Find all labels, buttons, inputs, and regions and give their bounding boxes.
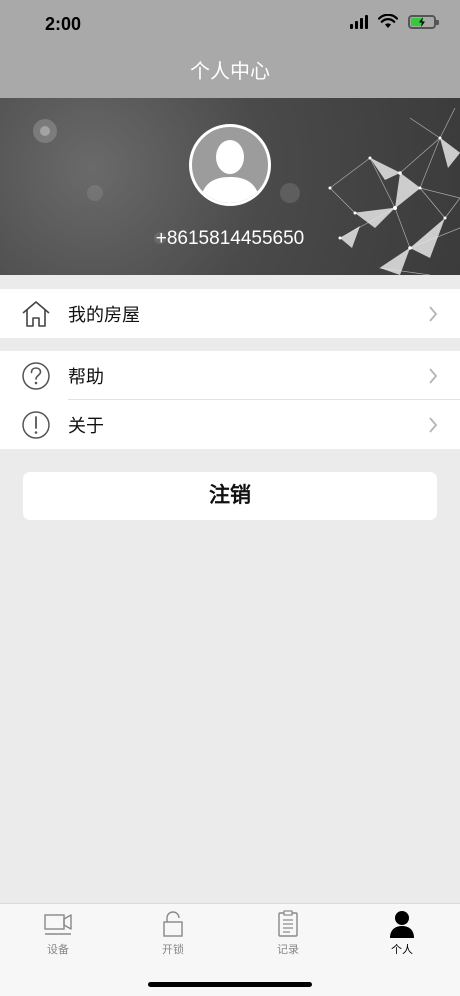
- menu-group-house: 我的房屋: [0, 289, 460, 338]
- house-icon: [22, 301, 50, 327]
- menu-label-help: 帮助: [68, 366, 104, 387]
- wifi-icon: [378, 14, 398, 28]
- logout-button[interactable]: 注销: [23, 472, 437, 520]
- menu-label-about: 关于: [68, 415, 104, 436]
- tab-unlock[interactable]: 开锁: [143, 910, 203, 957]
- tab-label-unlock: 开锁: [162, 944, 184, 956]
- tab-profile[interactable]: 个人: [372, 910, 432, 957]
- menu-item-my-house[interactable]: 我的房屋: [0, 289, 460, 338]
- user-silhouette-icon: [200, 140, 260, 203]
- status-time: 2:00: [45, 14, 82, 34]
- menu-item-about[interactable]: 关于: [0, 400, 460, 449]
- battery-icon: [408, 14, 439, 29]
- avatar[interactable]: [189, 124, 271, 206]
- menu-group-info: 帮助 关于: [0, 351, 460, 449]
- tab-label-profile: 个人: [391, 944, 413, 956]
- tab-devices[interactable]: 设备: [28, 910, 88, 957]
- page-title: 个人中心: [190, 61, 270, 83]
- tab-label-devices: 设备: [47, 944, 69, 956]
- tab-label-records: 记录: [277, 944, 299, 956]
- question-circle-icon: [22, 362, 50, 390]
- profile-banner: +8615814455650: [0, 98, 460, 275]
- phone-number: +8615814455650: [155, 228, 305, 249]
- status-bar: 2:00: [0, 0, 460, 50]
- chevron-right-icon: [429, 368, 438, 384]
- tab-records[interactable]: 记录: [258, 910, 318, 957]
- clipboard-icon: [278, 910, 298, 937]
- menu-item-help[interactable]: 帮助: [0, 351, 460, 400]
- chevron-right-icon: [429, 417, 438, 433]
- person-icon: [390, 911, 414, 938]
- home-indicator: [148, 982, 312, 987]
- exclamation-circle-icon: [22, 411, 50, 439]
- chevron-right-icon: [429, 306, 438, 322]
- nav-bar: 个人中心: [0, 50, 460, 98]
- camera-icon: [44, 914, 72, 935]
- menu-label-my-house: 我的房屋: [68, 304, 140, 325]
- unlock-icon: [163, 911, 183, 937]
- signal-icon: [350, 14, 368, 29]
- status-icons: [350, 14, 439, 29]
